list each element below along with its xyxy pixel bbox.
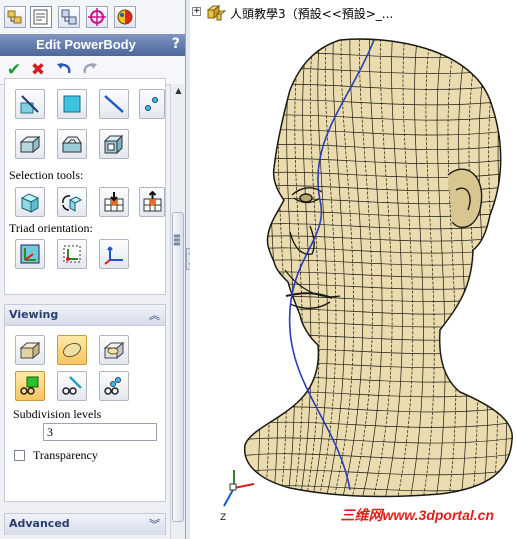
tool-line-select-button[interactable] (15, 89, 45, 119)
collapse-up-chevron-icon[interactable]: ︽ (149, 307, 160, 323)
scroll-up-arrow-icon[interactable]: ▲ (171, 86, 185, 98)
subdivision-levels-input[interactable] (43, 423, 157, 441)
view-smooth-button[interactable] (57, 335, 87, 365)
view-box-button[interactable] (15, 335, 45, 365)
selection-tools-label: Selection tools: (9, 168, 84, 182)
loop-arrow-cube-icon (62, 195, 83, 212)
triad-local-button[interactable] (57, 239, 87, 269)
face-icon (63, 95, 81, 113)
triad-local-icon (63, 245, 81, 263)
graphics-viewport[interactable]: + 人頭教學3（預設<<預設>_... Z 三维网www.3dportal.cn (190, 0, 516, 539)
subdivision-levels-label: Subdivision levels (13, 407, 102, 421)
triad-global-button[interactable] (15, 239, 45, 269)
diagonal-select-icon (20, 95, 39, 114)
help-button[interactable]: ? (172, 36, 180, 52)
select-shrink-button[interactable] (139, 187, 165, 217)
triad-orientation-label: Triad orientation: (9, 221, 93, 235)
grid-down-arrow-icon (104, 192, 124, 212)
select-loop-button[interactable] (57, 187, 87, 217)
redo-icon[interactable] (80, 60, 100, 80)
site-watermark: 三维网www.3dportal.cn (340, 507, 495, 523)
crosshair-icon (88, 8, 106, 26)
head-surface (243, 38, 513, 498)
panel-title: Edit PowerBody (36, 37, 136, 52)
cancel-x-icon[interactable]: ✖ (28, 60, 48, 80)
view-faces-mode-button[interactable] (15, 371, 45, 401)
extrude-box-icon (19, 135, 41, 154)
grid-up-arrow-icon (143, 191, 162, 212)
transparency-checkbox[interactable] (14, 450, 25, 461)
smooth-ellipsoid-icon (62, 342, 82, 358)
inset-box-icon (103, 134, 124, 155)
configuration-icon (61, 9, 77, 25)
view-both-button[interactable] (99, 335, 129, 365)
advanced-title: Advanced (9, 517, 70, 530)
edge-icon (104, 95, 124, 113)
feature-manager-tab[interactable] (4, 6, 26, 28)
property-manager-tab[interactable] (30, 6, 52, 28)
select-grow-button[interactable] (99, 187, 129, 217)
viewing-title: Viewing (9, 308, 59, 321)
transparency-label: Transparency (33, 448, 98, 462)
viewing-group: Viewing ︽ Subdivision levels (4, 304, 166, 502)
feature-tree-icon (7, 10, 22, 24)
box-and-smooth-icon (103, 341, 125, 360)
dimxpert-tab[interactable] (86, 6, 108, 28)
axis-triad: Z (220, 470, 255, 523)
tool-vertex-select-button[interactable] (139, 89, 165, 119)
configuration-manager-tab[interactable] (58, 6, 80, 28)
cube-icon (20, 193, 40, 213)
view-edges-mode-button[interactable] (57, 371, 87, 401)
head-mesh-model[interactable]: Z (190, 0, 516, 539)
tool-extrude-face-button[interactable] (15, 129, 45, 159)
select-body-button[interactable] (15, 187, 45, 217)
shaded-box-icon (19, 341, 41, 360)
svg-text:Z: Z (220, 513, 226, 523)
view-vertices-mode-button[interactable] (99, 371, 129, 401)
scrollbar-thumb[interactable] (172, 212, 184, 522)
advanced-group-header[interactable]: Advanced ︾ (5, 514, 165, 535)
panel-scrollbar[interactable]: ▲ ▬ ▬ ▬ (170, 84, 185, 539)
undo-icon[interactable] (54, 60, 74, 80)
viewing-group-header[interactable]: Viewing ︽ (5, 305, 165, 326)
tool-face-select-button[interactable] (57, 89, 87, 119)
ok-check-icon[interactable]: ✔ (4, 60, 24, 80)
panel-tab-strip (0, 0, 185, 35)
display-manager-tab[interactable] (114, 6, 136, 28)
tool-inset-face-button[interactable] (99, 129, 129, 159)
tools-group: Selection tools: Triad orientation: (4, 78, 166, 295)
tool-edge-select-button[interactable] (99, 89, 129, 119)
vertex-icon (145, 97, 158, 111)
appearance-sphere-icon (117, 9, 133, 25)
bevel-box-icon (61, 136, 82, 153)
scroll-grip-icon: ▬ ▬ ▬ (173, 231, 181, 248)
glasses-face-icon (20, 376, 39, 395)
triad-screen-icon (104, 246, 123, 265)
triad-screen-button[interactable] (99, 239, 129, 269)
expand-down-chevron-icon[interactable]: ︾ (149, 516, 160, 532)
property-manager-panel: Edit PowerBody ? ✔ ✖ Selection tools: Tr… (0, 0, 186, 539)
triad-global-icon (20, 244, 40, 264)
tool-bevel-face-button[interactable] (57, 129, 87, 159)
glasses-edge-icon (62, 376, 82, 395)
panel-title-bar: Edit PowerBody ? (0, 34, 185, 56)
glasses-vertex-icon (104, 377, 121, 395)
advanced-group: Advanced ︾ (4, 513, 166, 535)
property-manager-icon (33, 9, 48, 25)
panel-scroll-content: Selection tools: Triad orientation: View… (0, 78, 170, 539)
